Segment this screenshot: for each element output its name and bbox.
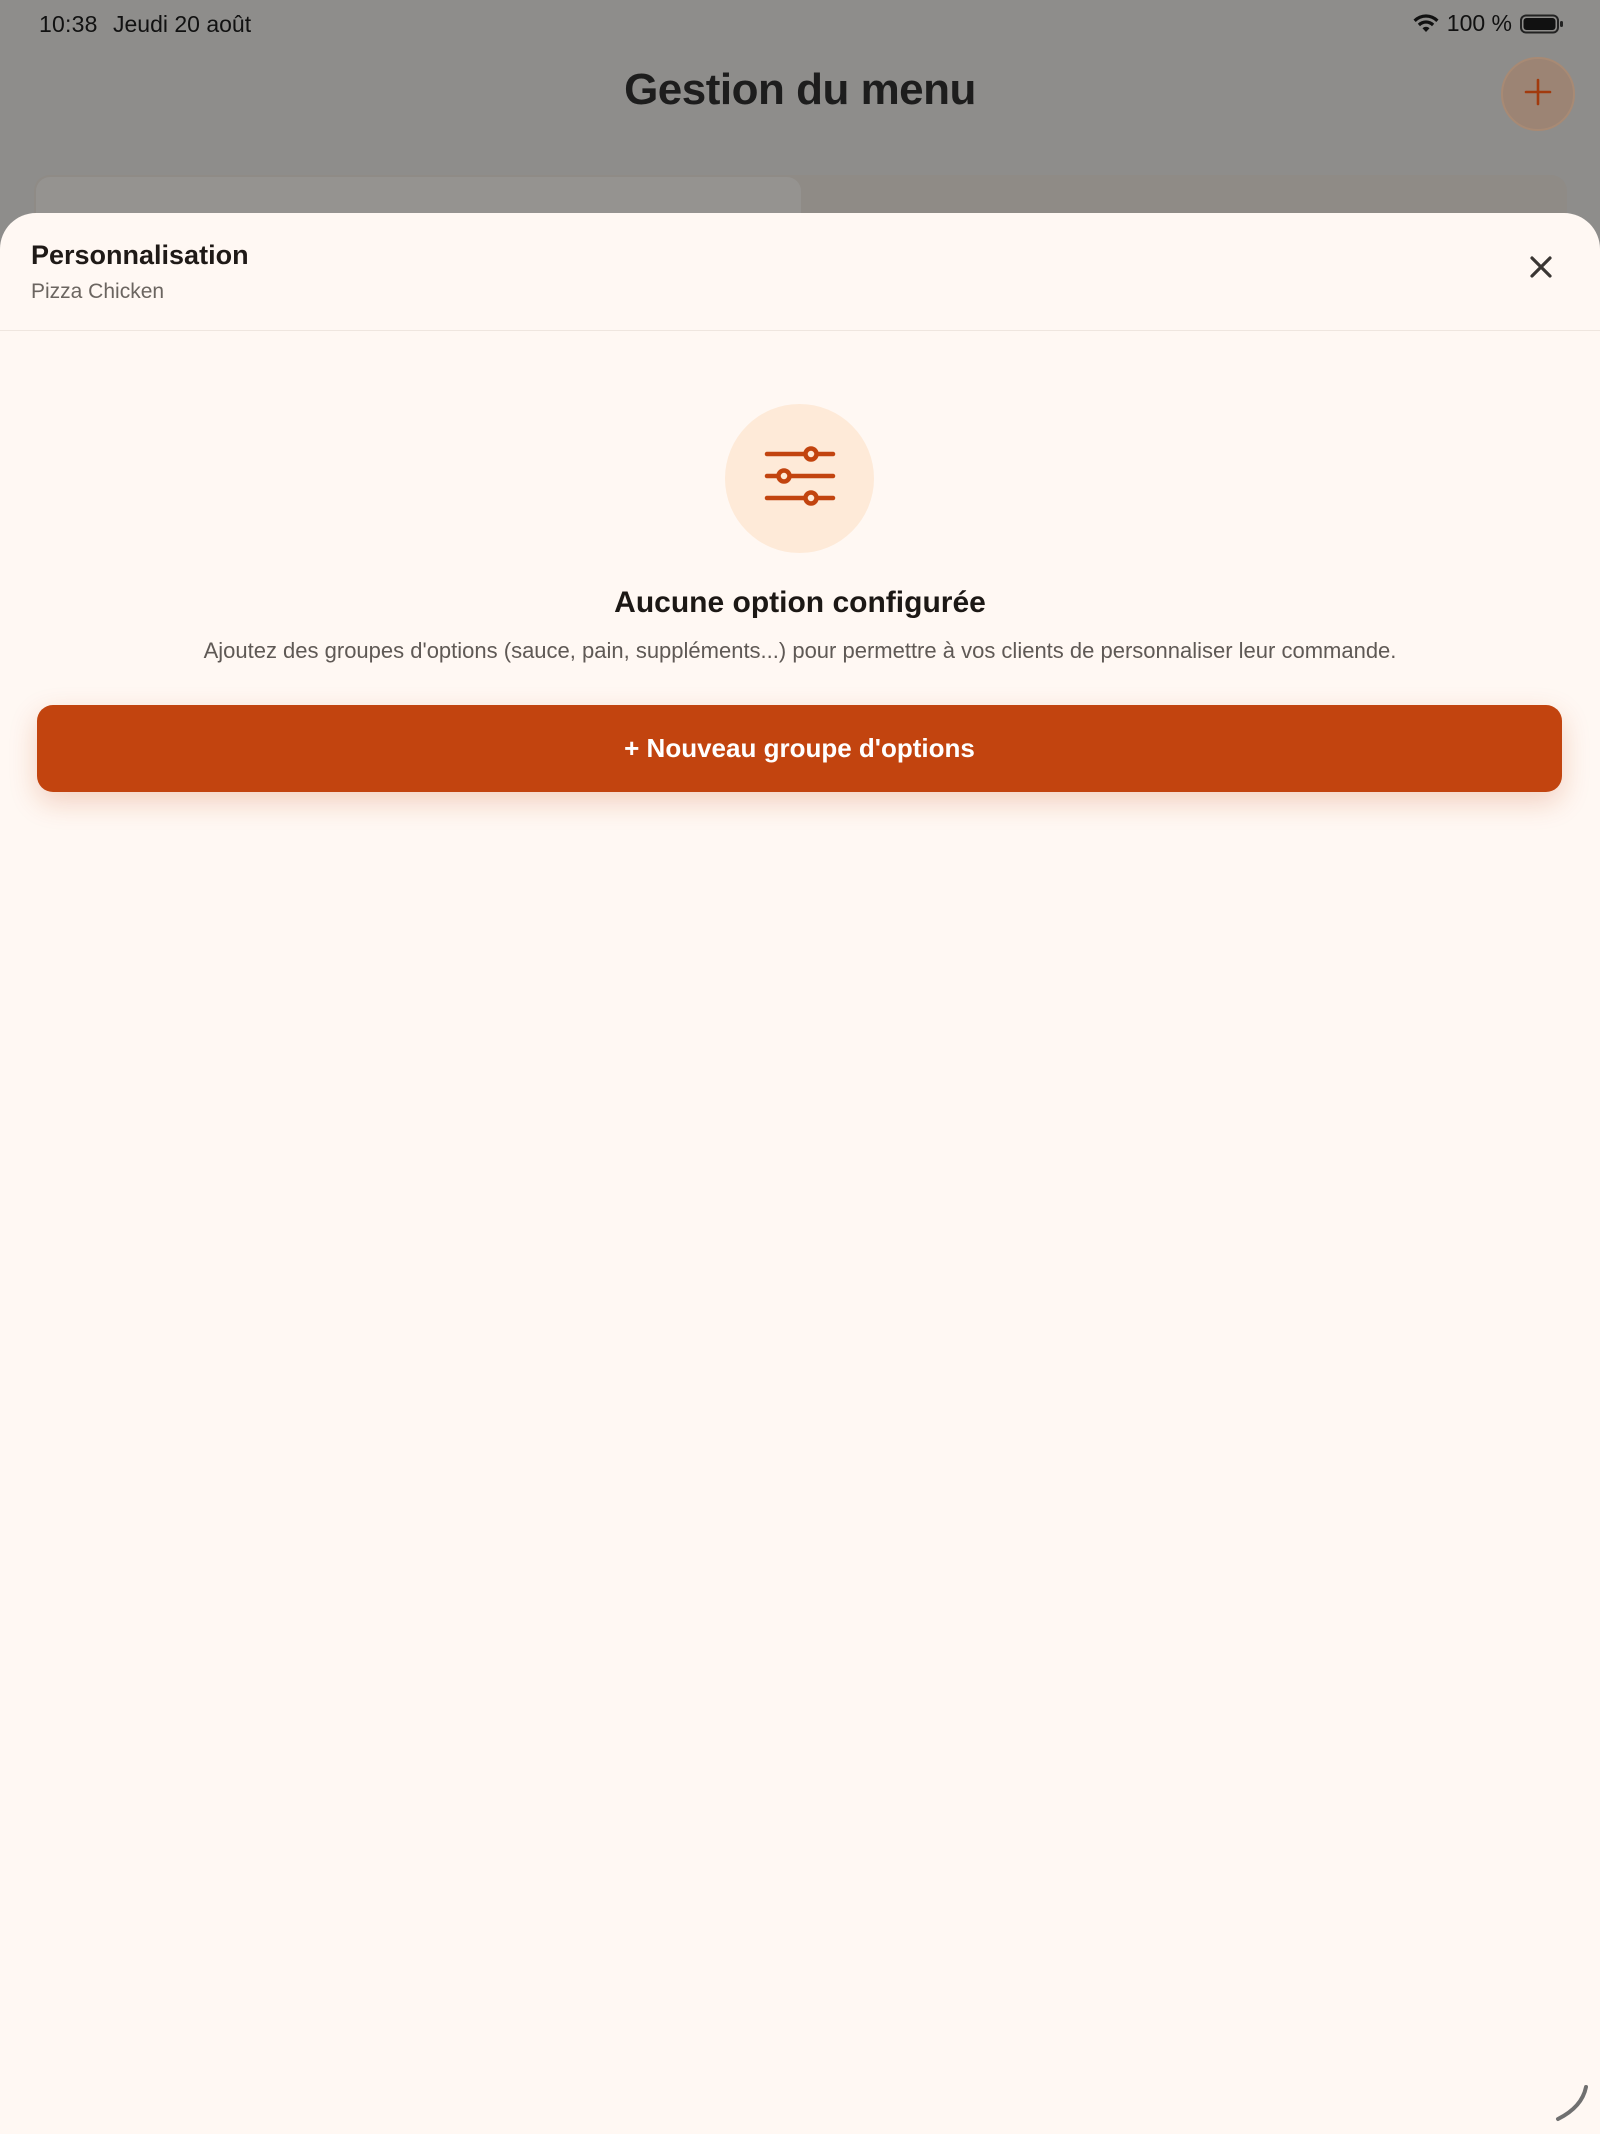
- customization-sheet: Personnalisation Pizza Chicken Aucune op…: [0, 213, 1600, 2134]
- status-time: 10:38: [39, 11, 98, 37]
- page-title: Gestion du menu: [624, 65, 976, 114]
- wifi-icon: [1413, 13, 1439, 34]
- status-bar: 10:38 Jeudi 20 août 100 %: [0, 0, 1600, 50]
- battery-percent: 100 %: [1446, 10, 1512, 36]
- resize-handle-icon[interactable]: [1552, 2083, 1592, 2128]
- close-button[interactable]: [1518, 246, 1564, 292]
- close-icon: [1529, 255, 1553, 284]
- empty-state-description: Ajoutez des groupes d'options (sauce, pa…: [203, 638, 1397, 663]
- sheet-title: Personnalisation: [31, 240, 249, 270]
- sheet-header: Personnalisation Pizza Chicken: [0, 213, 1600, 331]
- empty-state-title: Aucune option configurée: [614, 586, 986, 619]
- battery-icon: [1520, 14, 1564, 34]
- status-date: Jeudi 20 août: [113, 11, 252, 37]
- status-indicators: 100 %: [1413, 10, 1564, 37]
- add-dish-button[interactable]: [1501, 57, 1575, 131]
- new-option-group-button[interactable]: + Nouveau groupe d'options: [37, 705, 1562, 792]
- empty-state-icon-circle: [725, 404, 874, 553]
- sheet-subtitle: Pizza Chicken: [31, 280, 165, 303]
- plus-icon: [1523, 77, 1553, 112]
- sliders-icon: [763, 444, 837, 513]
